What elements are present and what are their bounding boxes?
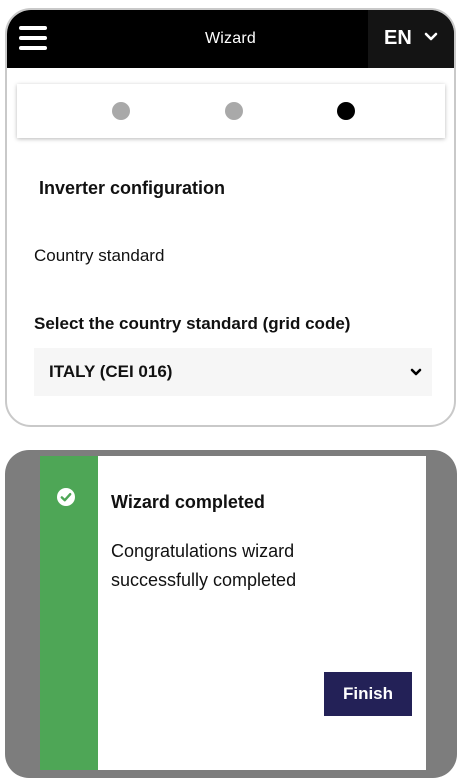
country-standard-select[interactable]: ITALY (CEI 016)	[34, 348, 432, 396]
wizard-screen: Wizard EN Inverter configuration Country…	[5, 8, 456, 427]
field-label: Country standard	[34, 246, 165, 265]
chevron-down-icon	[410, 368, 422, 376]
select-value: ITALY (CEI 016)	[49, 362, 173, 381]
completion-dialog: Wizard completed Congratulations wizard …	[40, 456, 426, 770]
step-indicator	[17, 84, 445, 138]
language-label: EN	[384, 27, 412, 49]
top-bar: Wizard EN	[7, 10, 454, 68]
dialog-message: Congratulations wizard successfully comp…	[111, 541, 297, 590]
modal-overlay: Wizard completed Congratulations wizard …	[5, 450, 457, 778]
chevron-down-icon	[424, 32, 438, 41]
step-dot-3-active	[337, 102, 355, 120]
finish-button[interactable]: Finish	[324, 672, 412, 716]
step-dot-1	[112, 102, 130, 120]
success-strip	[40, 456, 98, 770]
language-selector[interactable]: EN	[368, 10, 454, 68]
step-dot-2	[225, 102, 243, 120]
select-label: Select the country standard (grid code)	[34, 314, 351, 333]
section-title: Inverter configuration	[39, 178, 226, 198]
check-circle-icon	[57, 488, 75, 506]
dialog-title: Wizard completed	[111, 492, 265, 512]
